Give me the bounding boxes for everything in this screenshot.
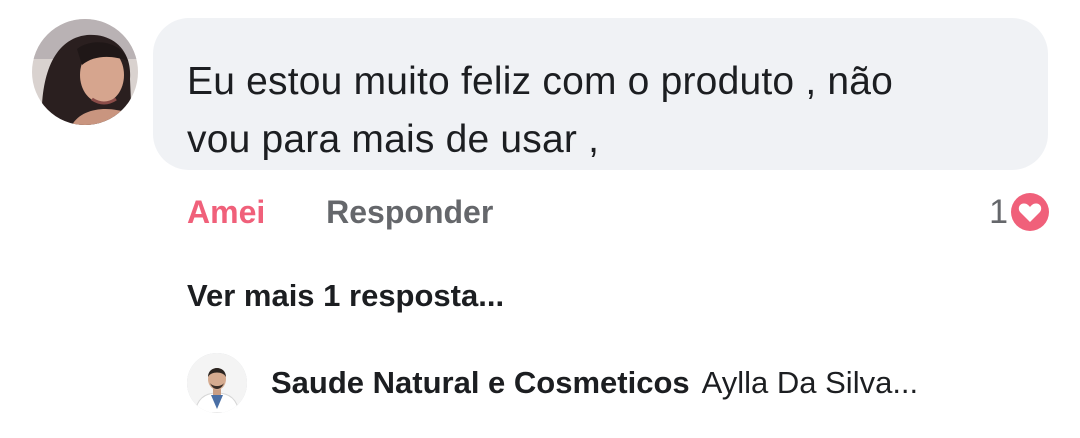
comment-actions: Amei Responder — [187, 192, 493, 232]
love-reaction-button[interactable]: Amei — [187, 194, 265, 230]
view-more-replies-link[interactable]: Ver mais 1 resposta... — [187, 276, 504, 316]
reply-button[interactable]: Responder — [326, 194, 493, 230]
comment-thread: Eu estou muito feliz com o produto , não… — [0, 0, 1080, 438]
reaction-summary[interactable]: 1 — [989, 190, 1050, 234]
commenter-photo-icon — [32, 19, 138, 125]
heart-icon — [1011, 193, 1049, 231]
comment-bubble: Eu estou muito feliz com o produto , não… — [153, 18, 1048, 170]
page-profile-photo-icon — [187, 353, 247, 413]
comment-text-line-1: Eu estou muito feliz com o produto , não — [187, 60, 894, 103]
reply-snippet: Aylla Da Silva... — [701, 365, 919, 400]
comment-text-line-2: vou para mais de usar , — [187, 118, 600, 161]
reply-author-avatar[interactable] — [187, 353, 247, 413]
reply-author-name[interactable]: Saude Natural e Cosmeticos — [271, 365, 690, 401]
reaction-count: 1 — [989, 193, 1008, 231]
commenter-avatar[interactable] — [32, 19, 138, 125]
reply-preview[interactable]: Saude Natural e Cosmeticos Aylla Da Silv… — [187, 353, 1057, 413]
